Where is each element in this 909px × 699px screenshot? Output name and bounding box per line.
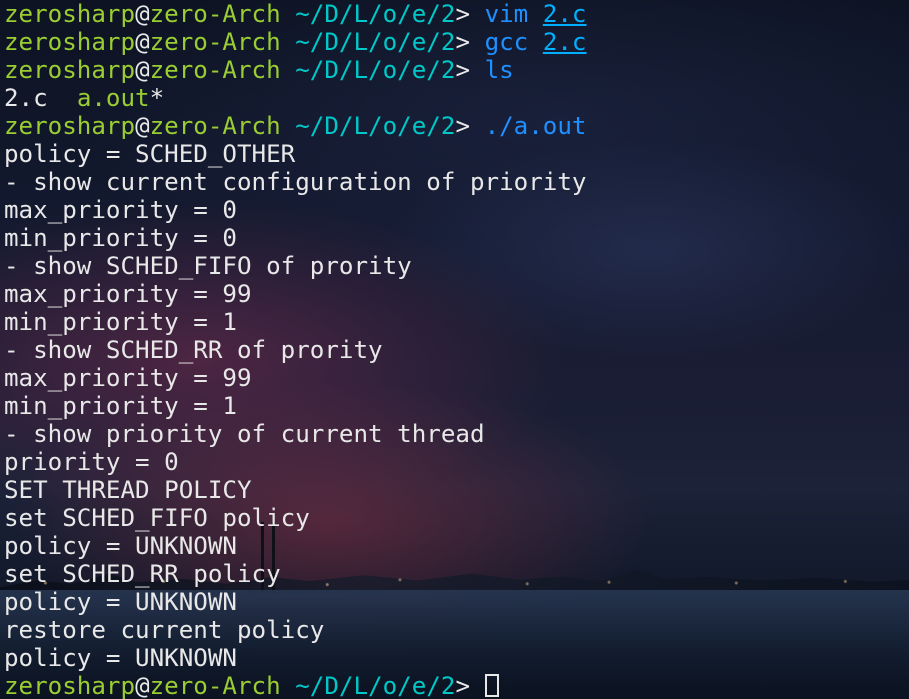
prompt-at: @ — [135, 56, 150, 84]
output-line: policy = UNKNOWN — [4, 644, 237, 672]
prompt-host: zero-Arch — [149, 56, 281, 84]
output-line: restore current policy — [4, 616, 325, 644]
output-line: max_priority = 99 — [4, 364, 252, 392]
prompt-path: ~/D/L/o/e/2 — [295, 672, 456, 699]
output-line: max_priority = 0 — [4, 196, 237, 224]
output-line: min_priority = 0 — [4, 224, 237, 252]
ls-executable-file: a.out — [76, 84, 150, 112]
output-line: min_priority = 1 — [4, 308, 237, 336]
prompt-at: @ — [135, 672, 150, 699]
prompt-symbol: > — [455, 56, 485, 84]
prompt-host: zero-Arch — [149, 0, 281, 28]
prompt-line-active[interactable]: zerosharp@zero-Arch ~/D/L/o/e/2> — [4, 672, 909, 699]
prompt-line: zerosharp@zero-Arch ~/D/L/o/e/2> ls — [4, 56, 909, 84]
prompt-symbol: > — [455, 0, 485, 28]
prompt-line: zerosharp@zero-Arch ~/D/L/o/e/2> ./a.out — [4, 112, 909, 140]
command-name: gcc — [484, 28, 529, 56]
terminal-window[interactable]: zerosharp@zero-Arch ~/D/L/o/e/2> vim 2.c… — [4, 0, 909, 699]
command-argument[interactable]: 2.c — [543, 28, 587, 56]
command-name: ./a.out — [484, 112, 587, 140]
prompt-symbol: > — [455, 112, 485, 140]
prompt-symbol: > — [455, 672, 485, 699]
command-name: ls — [484, 56, 514, 84]
command-argument[interactable]: 2.c — [543, 0, 587, 28]
executable-marker: * — [149, 84, 165, 112]
output-line: priority = 0 — [4, 448, 179, 476]
prompt-path: ~/D/L/o/e/2 — [295, 0, 456, 28]
command-name: vim — [484, 0, 529, 28]
prompt-user: zerosharp — [4, 672, 136, 699]
output-line: SET THREAD POLICY — [4, 476, 252, 504]
ls-output-line: 2.c a.out* — [4, 84, 909, 112]
output-line: - show current configuration of priority — [4, 168, 587, 196]
prompt-path: ~/D/L/o/e/2 — [295, 112, 456, 140]
prompt-host: zero-Arch — [149, 672, 281, 699]
output-line: set SCHED_FIFO policy — [4, 504, 310, 532]
text-cursor[interactable] — [484, 674, 499, 697]
ls-file: 2.c — [4, 84, 48, 112]
output-line: policy = UNKNOWN — [4, 588, 237, 616]
output-line: max_priority = 99 — [4, 280, 252, 308]
output-line: - show SCHED_RR of prority — [4, 336, 383, 364]
output-line: - show SCHED_FIFO of prority — [4, 252, 412, 280]
prompt-path: ~/D/L/o/e/2 — [295, 56, 456, 84]
prompt-at: @ — [135, 112, 150, 140]
output-line: policy = SCHED_OTHER — [4, 140, 296, 168]
prompt-user: zerosharp — [4, 56, 136, 84]
prompt-user: zerosharp — [4, 28, 136, 56]
prompt-host: zero-Arch — [149, 112, 281, 140]
output-line: - show priority of current thread — [4, 420, 485, 448]
prompt-line: zerosharp@zero-Arch ~/D/L/o/e/2> gcc 2.c — [4, 28, 909, 56]
output-line: policy = UNKNOWN — [4, 532, 237, 560]
prompt-line: zerosharp@zero-Arch ~/D/L/o/e/2> vim 2.c — [4, 0, 909, 28]
output-line: min_priority = 1 — [4, 392, 237, 420]
prompt-at: @ — [135, 0, 150, 28]
prompt-path: ~/D/L/o/e/2 — [295, 28, 456, 56]
prompt-at: @ — [135, 28, 150, 56]
prompt-host: zero-Arch — [149, 28, 281, 56]
prompt-symbol: > — [455, 28, 485, 56]
prompt-user: zerosharp — [4, 0, 136, 28]
prompt-user: zerosharp — [4, 112, 136, 140]
output-line: set SCHED_RR policy — [4, 560, 281, 588]
